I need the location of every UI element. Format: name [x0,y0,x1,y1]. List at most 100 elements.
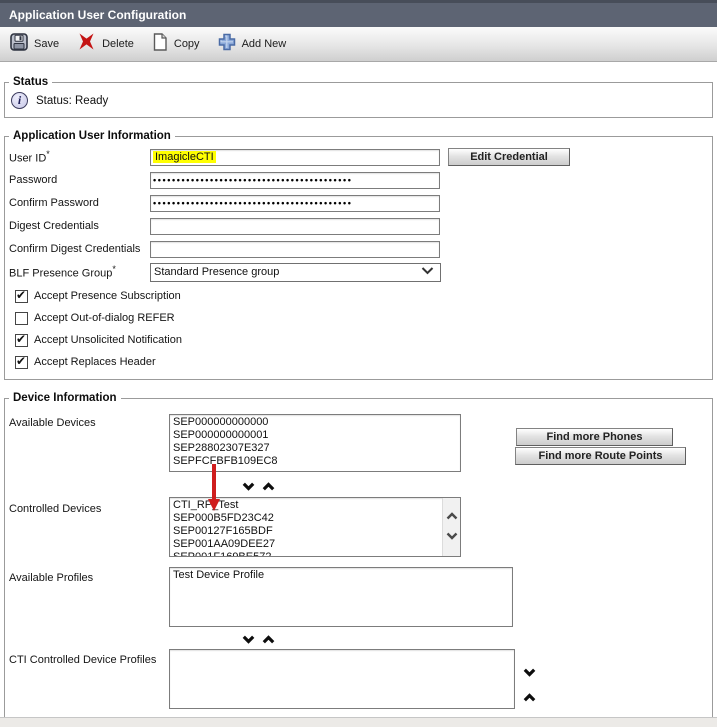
scroll-up-icon[interactable] [446,511,458,523]
move-down-icon[interactable] [523,664,536,682]
controlled-devices-scrollbar[interactable] [442,498,460,556]
required-mark: * [46,149,50,159]
delete-icon [77,33,96,55]
blf-presence-group-select[interactable]: Standard Presence group [150,263,441,282]
page-bottom-strip [0,717,717,727]
confirm-digest-credentials-row: Confirm Digest Credentials [9,240,708,258]
edit-credential-label: Edit Credential [470,151,548,163]
toolbar: Save Delete Copy Add New [0,27,717,62]
accept-out-of-dialog-refer-row: Accept Out-of-dialog REFER [15,311,708,325]
device-information-section: Device Information Available Devices SEP… [4,392,713,718]
list-option[interactable]: SEP000000000000 [170,416,460,429]
accept-presence-subscription-row: Accept Presence Subscription [15,289,708,303]
save-icon [10,33,28,56]
device-information-legend: Device Information [9,392,121,404]
move-up-icon[interactable] [262,478,275,496]
user-id-input[interactable]: ImagicleCTI [150,149,440,166]
chevron-down-icon [421,266,434,278]
accept-unsolicited-notification-checkbox[interactable] [15,334,28,347]
confirm-digest-credentials-input[interactable] [150,241,440,258]
delete-label: Delete [102,38,134,50]
available-profiles-listbox[interactable]: Test Device Profile [169,567,513,627]
confirm-digest-credentials-label: Confirm Digest Credentials [9,243,150,255]
spacer [0,118,717,130]
find-more-phones-button[interactable]: Find more Phones [516,428,673,446]
blf-selected-value: Standard Presence group [154,266,279,278]
scroll-down-icon[interactable] [446,531,458,543]
confirm-password-input[interactable]: ••••••••••••••••••••••••••••••••••••••••… [150,195,440,212]
password-input[interactable]: ••••••••••••••••••••••••••••••••••••••••… [150,172,440,189]
delete-button[interactable]: Delete [77,33,134,55]
move-up-icon[interactable] [523,689,536,707]
list-option[interactable]: SEP001F169BE572 [170,551,460,557]
page-title: Application User Configuration [9,8,186,22]
cti-controlled-device-profiles-listbox[interactable] [169,649,515,709]
accept-unsolicited-notification-row: Accept Unsolicited Notification [15,333,708,347]
list-option[interactable]: Test Device Profile [170,569,512,582]
user-id-label: User ID* [9,149,150,165]
user-id-value: ImagicleCTI [153,151,216,163]
confirm-password-label: Confirm Password [9,197,150,209]
move-up-icon[interactable] [262,631,275,649]
password-row: Password •••••••••••••••••••••••••••••••… [9,171,708,189]
save-label: Save [34,38,59,50]
digest-credentials-label: Digest Credentials [9,220,150,232]
confirm-password-value: ••••••••••••••••••••••••••••••••••••••••… [153,199,353,208]
copy-label: Copy [174,38,200,50]
required-mark: * [112,264,116,274]
accept-presence-subscription-checkbox[interactable] [15,290,28,303]
add-new-label: Add New [242,38,287,50]
find-more-route-points-label: Find more Route Points [538,450,662,462]
accept-unsolicited-notification-label: Accept Unsolicited Notification [34,334,182,346]
application-user-information-legend: Application User Information [9,130,175,142]
copy-button[interactable]: Copy [152,33,200,56]
list-option[interactable]: SEP000B5FD23C42 [170,512,460,525]
add-new-button[interactable]: Add New [218,33,287,56]
accept-presence-subscription-label: Accept Presence Subscription [34,290,181,302]
application-user-information-section: Application User Information User ID* Im… [4,130,713,380]
list-option[interactable]: SEP28802307E327 [170,442,460,455]
spacer [0,62,717,76]
controlled-devices-label: Controlled Devices [9,503,101,515]
accept-out-of-dialog-refer-checkbox[interactable] [15,312,28,325]
cti-profiles-move-arrows [523,664,536,707]
save-button[interactable]: Save [10,33,59,56]
add-new-icon [218,33,236,56]
cti-controlled-device-profiles-label: CTI Controlled Device Profiles [9,654,156,666]
user-id-row: User ID* ImagicleCTI Edit Credential [9,148,708,166]
move-down-icon[interactable] [242,478,255,496]
status-section: Status i Status: Ready [4,76,713,118]
available-profiles-move-arrows [242,631,275,649]
info-icon: i [11,92,28,109]
status-legend: Status [9,76,52,88]
digest-credentials-input[interactable] [150,218,440,235]
accept-replaces-header-label: Accept Replaces Header [34,356,156,368]
accept-replaces-header-checkbox[interactable] [15,356,28,369]
password-value: ••••••••••••••••••••••••••••••••••••••••… [153,176,353,185]
available-profiles-label: Available Profiles [9,572,93,584]
blf-presence-group-row: BLF Presence Group* Standard Presence gr… [9,263,708,281]
blf-presence-group-label: BLF Presence Group* [9,264,150,280]
move-down-icon[interactable] [242,631,255,649]
edit-credential-button[interactable]: Edit Credential [448,148,570,166]
accept-replaces-header-row: Accept Replaces Header [15,355,708,369]
window-title-bar: Application User Configuration [0,0,717,27]
list-option[interactable]: SEP001AA09DEE27 [170,538,460,551]
list-option[interactable]: CTI_RP_Test [170,499,460,512]
copy-icon [152,33,168,56]
confirm-password-row: Confirm Password •••••••••••••••••••••••… [9,194,708,212]
spacer [0,380,717,392]
available-devices-move-arrows [242,478,275,496]
accept-out-of-dialog-refer-label: Accept Out-of-dialog REFER [34,312,175,324]
available-devices-label: Available Devices [9,417,96,429]
find-more-phones-label: Find more Phones [547,431,643,443]
list-option[interactable]: SEP000000000001 [170,429,460,442]
status-text: Status: Ready [36,95,108,107]
password-label: Password [9,174,150,186]
digest-credentials-row: Digest Credentials [9,217,708,235]
available-devices-listbox[interactable]: SEP000000000000SEP000000000001SEP2880230… [169,414,461,472]
controlled-devices-listbox[interactable]: CTI_RP_TestSEP000B5FD23C42SEP00127F165BD… [169,497,461,557]
find-more-route-points-button[interactable]: Find more Route Points [515,447,686,465]
list-option[interactable]: SEPFCFBFB109EC8 [170,455,460,468]
list-option[interactable]: SEP00127F165BDF [170,525,460,538]
